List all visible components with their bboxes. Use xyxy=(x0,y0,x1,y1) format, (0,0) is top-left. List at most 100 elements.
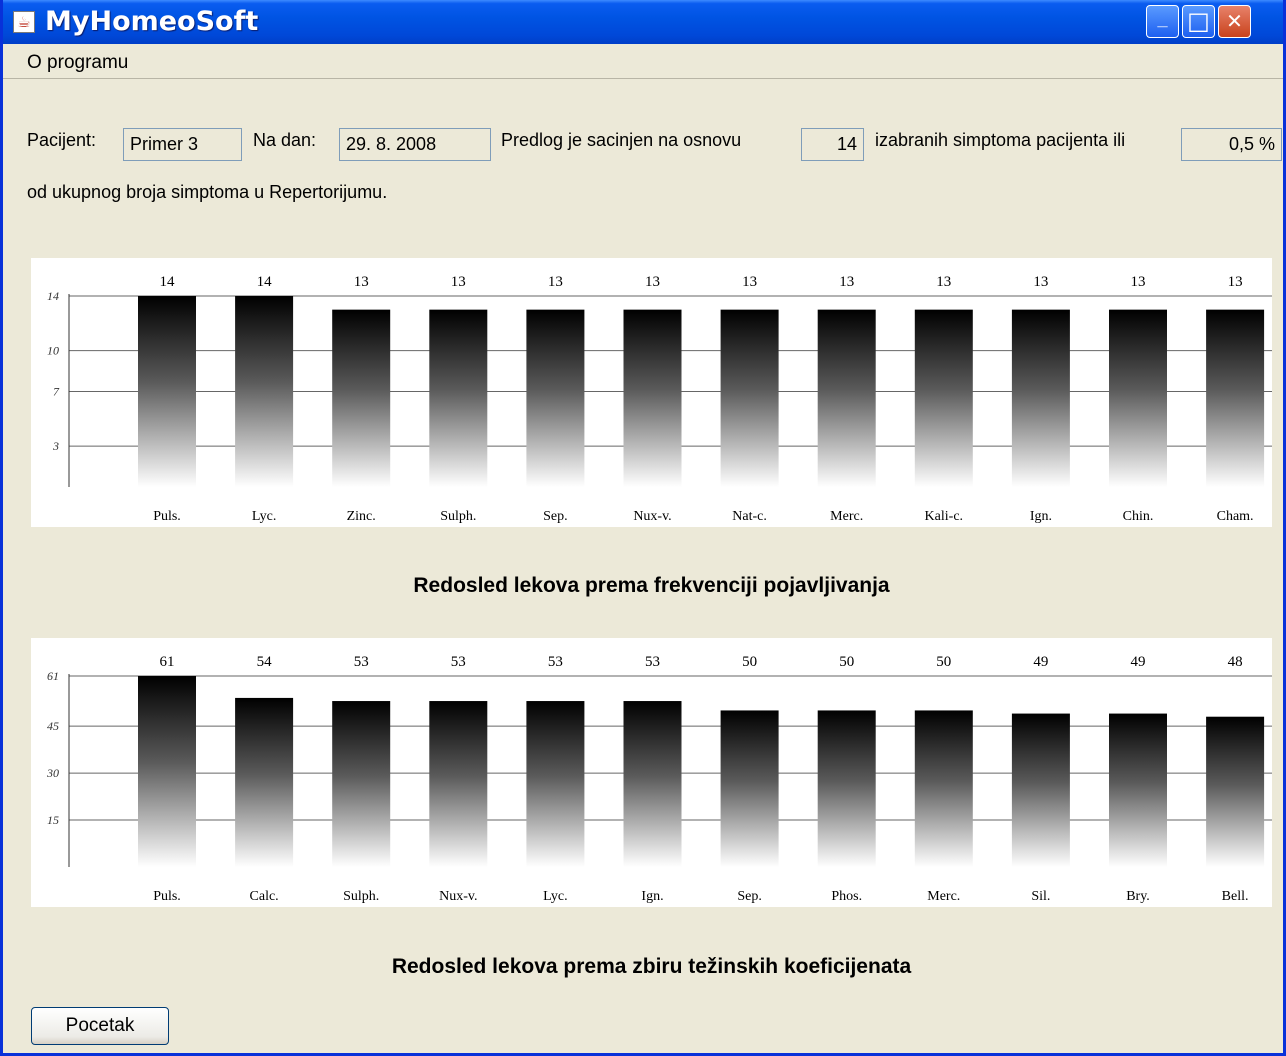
y-tick-label: 15 xyxy=(47,813,59,827)
category-label: Kali-c. xyxy=(925,509,963,524)
y-tick-label: 7 xyxy=(53,385,60,399)
category-label: Bry. xyxy=(1126,889,1150,904)
category-label: Calc. xyxy=(250,889,279,904)
category-label: Chin. xyxy=(1123,509,1154,524)
start-button[interactable]: Pocetak xyxy=(31,1007,169,1045)
bar xyxy=(914,710,973,867)
bar-value-label: 48 xyxy=(1228,654,1243,670)
bar-value-label: 13 xyxy=(645,274,660,290)
bar xyxy=(623,701,682,867)
patient-label: Pacijent: xyxy=(27,130,97,150)
close-icon: ✕ xyxy=(1226,9,1243,33)
maximize-button[interactable]: □ xyxy=(1182,5,1215,38)
bar-value-label: 14 xyxy=(160,274,176,290)
app-window: ☕ MyHomeoSoft _ □ ✕ O programu Pacijent:… xyxy=(0,0,1286,1056)
bar xyxy=(138,296,196,487)
bar xyxy=(720,710,779,867)
y-tick-label: 3 xyxy=(52,439,59,453)
bar xyxy=(332,309,391,487)
bar xyxy=(1206,309,1265,487)
bar xyxy=(817,309,876,487)
date-label: Na dan: xyxy=(253,130,317,150)
bar xyxy=(429,701,488,867)
bar-value-label: 53 xyxy=(451,654,466,670)
java-app-icon: ☕ xyxy=(13,11,35,33)
category-label: Nux-v. xyxy=(439,889,477,904)
bar xyxy=(914,309,973,487)
y-tick-label: 30 xyxy=(46,766,59,780)
category-label: Ign. xyxy=(641,889,663,904)
bar-value-label: 50 xyxy=(839,654,854,670)
bar xyxy=(1011,713,1070,867)
minimize-icon: _ xyxy=(1157,9,1168,29)
category-label: Sep. xyxy=(737,889,762,904)
bar-value-label: 13 xyxy=(742,274,757,290)
category-label: Sulph. xyxy=(343,889,379,904)
y-tick-label: 45 xyxy=(47,719,59,733)
close-button[interactable]: ✕ xyxy=(1218,5,1251,38)
bar xyxy=(138,676,196,867)
category-label: Sep. xyxy=(543,509,568,524)
date-field[interactable]: 29. 8. 2008 xyxy=(339,128,491,161)
bar-value-label: 13 xyxy=(1131,274,1146,290)
y-tick-label: 61 xyxy=(47,669,59,683)
weight-chart-title: Redosled lekova prema zbiru težinskih ko… xyxy=(391,955,912,978)
bar xyxy=(332,701,391,867)
category-label: Sil. xyxy=(1031,889,1050,904)
category-label: Bell. xyxy=(1222,889,1249,904)
bar-value-label: 13 xyxy=(1228,274,1243,290)
weight-chart: 15 30 45 61 61 Puls. 54 Calc. 53 Sulph. 53 Nux-v. 53… xyxy=(31,638,1272,907)
category-label: Sulph. xyxy=(440,509,476,524)
y-tick-label: 10 xyxy=(47,344,59,358)
frequency-chart-svg: 3 7 10 14 14 Puls. 14 Lyc. 13 Zinc. 13 Sulph. 13 Sep.… xyxy=(47,274,1272,524)
bar-value-label: 13 xyxy=(1033,274,1048,290)
total-symptoms-label: od ukupnog broja simptoma u Repertorijum… xyxy=(27,182,388,202)
bar xyxy=(817,710,876,867)
bar xyxy=(1206,716,1265,867)
bar xyxy=(623,309,682,487)
bar xyxy=(235,296,294,487)
category-label: Nux-v. xyxy=(633,509,671,524)
bar xyxy=(429,309,488,487)
bar xyxy=(526,309,585,487)
category-label: Ign. xyxy=(1030,509,1052,524)
bar-value-label: 49 xyxy=(1131,654,1146,670)
frequency-chart: 3 7 10 14 14 Puls. 14 Lyc. 13 Zinc. 13 Sulph. 13 Sep.… xyxy=(31,258,1272,527)
bar-value-label: 61 xyxy=(160,654,175,670)
bar xyxy=(1011,309,1070,487)
category-label: Puls. xyxy=(153,889,181,904)
bar-value-label: 53 xyxy=(354,654,369,670)
category-label: Lyc. xyxy=(252,509,277,524)
minimize-button[interactable]: _ xyxy=(1146,5,1179,38)
bar-value-label: 14 xyxy=(257,274,273,290)
title-bar[interactable]: ☕ MyHomeoSoft _ □ ✕ xyxy=(3,0,1283,44)
patient-field[interactable]: Primer 3 xyxy=(123,128,242,161)
bar-value-label: 13 xyxy=(354,274,369,290)
bar xyxy=(720,309,779,487)
percent-field[interactable]: 0,5 % xyxy=(1181,128,1282,161)
bar xyxy=(526,701,585,867)
y-tick-label: 14 xyxy=(47,289,59,303)
bar-value-label: 54 xyxy=(257,654,273,670)
bar-value-label: 53 xyxy=(548,654,563,670)
category-label: Phos. xyxy=(831,889,862,904)
bar-value-label: 13 xyxy=(839,274,854,290)
maximize-icon: □ xyxy=(1187,7,1210,35)
weight-chart-svg: 15 30 45 61 61 Puls. 54 Calc. 53 Sulph. 53 Nux-v. 53… xyxy=(46,654,1272,904)
bar-value-label: 50 xyxy=(742,654,757,670)
menu-o-programu[interactable]: O programu xyxy=(27,52,128,74)
bar-value-label: 13 xyxy=(548,274,563,290)
category-label: Merc. xyxy=(927,889,960,904)
bar xyxy=(1109,713,1167,867)
bar-value-label: 13 xyxy=(451,274,466,290)
bar xyxy=(235,697,294,867)
category-label: Zinc. xyxy=(347,509,376,524)
menu-bar: O programu xyxy=(3,44,1283,79)
bar xyxy=(1109,309,1167,487)
bar-value-label: 50 xyxy=(936,654,951,670)
category-label: Nat-c. xyxy=(732,509,767,524)
frequency-chart-title: Redosled lekova prema frekvenciji pojavl… xyxy=(413,574,890,597)
category-label: Cham. xyxy=(1217,509,1254,524)
bar-value-label: 13 xyxy=(936,274,951,290)
symptom-count-field[interactable]: 14 xyxy=(801,128,864,161)
